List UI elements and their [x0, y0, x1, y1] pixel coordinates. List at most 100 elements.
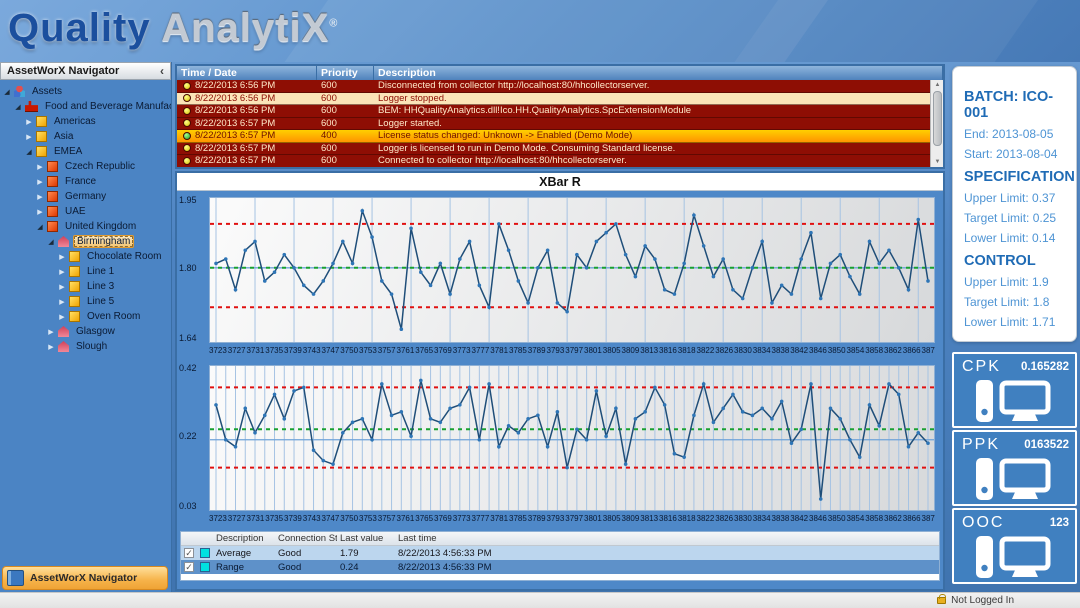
expander-closed-icon[interactable]: ▶	[46, 343, 56, 351]
status-bar: Not Logged In	[0, 592, 1080, 608]
tree-item-birmingham[interactable]: ◢Birmingham	[0, 234, 171, 249]
x-tick-label: 3854	[847, 346, 865, 358]
expander-open-icon[interactable]: ◢	[24, 148, 34, 156]
scroll-down-icon[interactable]: ▼	[931, 157, 944, 167]
alarm-time: 8/22/2013 6:57 PM	[195, 168, 275, 169]
legend-col-description: Description	[213, 533, 275, 544]
tree-item-line-3[interactable]: ▶Line 3	[0, 279, 171, 294]
expander-closed-icon[interactable]: ▶	[57, 283, 67, 291]
alarm-row[interactable]: 8/22/2013 6:57 PM400License status chang…	[177, 130, 930, 143]
expander-closed-icon[interactable]: ▶	[24, 118, 34, 126]
expander-closed-icon[interactable]: ▶	[24, 133, 34, 141]
xbar-ytick-min: 1.64	[179, 333, 207, 343]
expander-closed-icon[interactable]: ▶	[57, 253, 67, 261]
login-status-text[interactable]: Not Logged In	[951, 595, 1014, 606]
tree-item-food-and-beverage-manufacturing[interactable]: ◢Food and Beverage Manufacturing	[0, 99, 171, 114]
x-tick-label: 3723	[209, 346, 227, 358]
computer-icon	[974, 456, 1052, 504]
expander-closed-icon[interactable]: ▶	[35, 193, 45, 201]
alarm-description: Logger started.	[374, 118, 930, 129]
tree-item-france[interactable]: ▶France	[0, 174, 171, 189]
x-tick-label: 3727	[228, 514, 246, 526]
kpi-tile-ooc: OOC123	[952, 508, 1077, 584]
x-tick-label: 3826	[715, 346, 733, 358]
kpi-value: 0163522	[1024, 439, 1069, 451]
alarm-scrollbar[interactable]: ▲ ▼	[930, 80, 943, 167]
alarm-row[interactable]: 8/22/2013 6:57 PM600Logger started.	[177, 118, 930, 131]
column-header-description[interactable]: Description	[374, 66, 943, 80]
xbar-ytick-mid: 1.80	[179, 263, 207, 273]
tree-item-chocolate-room[interactable]: ▶Chocolate Room	[0, 249, 171, 264]
site-icon	[58, 341, 69, 352]
tree-item-united-kingdom[interactable]: ◢ United Kingdom	[0, 219, 171, 234]
navigator-bottom-button[interactable]: AssetWorX Navigator	[2, 566, 168, 590]
expander-open-icon[interactable]: ◢	[46, 238, 56, 246]
alarm-description: Disconnected from collector http://local…	[374, 80, 930, 91]
tree-item-label: United Kingdom	[62, 221, 139, 232]
tree-item-americas[interactable]: ▶Americas	[0, 114, 171, 129]
tree-item-germany[interactable]: ▶Germany	[0, 189, 171, 204]
column-header-priority[interactable]: Priority	[317, 66, 374, 80]
tree-item-oven-room[interactable]: ▶ Oven Room	[0, 309, 171, 324]
range-xaxis-labels: 3723372737313735373937433747375037533757…	[209, 514, 935, 526]
alarm-row[interactable]: 8/22/2013 6:57 PM600Logger is licensed t…	[177, 143, 930, 156]
kpi-label: PPK	[962, 436, 1000, 454]
alarm-row[interactable]: 8/22/2013 6:56 PM600Disconnected from co…	[177, 80, 930, 93]
alarm-row[interactable]: 8/22/2013 6:57 PM600	[177, 168, 930, 170]
tree-item-asia[interactable]: ▶Asia	[0, 129, 171, 144]
alarm-time: 8/22/2013 6:57 PM	[195, 118, 275, 129]
site-icon	[58, 236, 69, 247]
x-tick-label: 3797	[565, 346, 583, 358]
tree-item-assets[interactable]: ◢Assets	[0, 84, 171, 99]
x-tick-label: 3862	[884, 346, 902, 358]
tree-item-label: Oven Room	[84, 311, 143, 322]
control-lower-limit: Lower Limit: 1.71	[964, 315, 1076, 329]
logo-analytix: AnalytiX	[161, 6, 329, 50]
batch-start: Start: 2013-08-04	[964, 147, 1076, 161]
alarm-row[interactable]: 8/22/2013 6:57 PM600Connected to collect…	[177, 155, 930, 168]
computer-icon-wrap	[974, 534, 1052, 587]
scroll-up-icon[interactable]: ▲	[931, 80, 944, 90]
x-tick-label: 3781	[490, 346, 508, 358]
alarm-row[interactable]: 8/22/2013 6:56 PM600BEM: HHQualityAnalyt…	[177, 105, 930, 118]
expander-closed-icon[interactable]: ▶	[35, 208, 45, 216]
expander-closed-icon[interactable]: ▶	[35, 163, 45, 171]
kpi-tile-ppk: PPK 0163522	[952, 430, 1077, 506]
scrollbar-thumb[interactable]	[933, 91, 942, 146]
x-tick-label: 387	[922, 514, 935, 526]
x-tick-label: 3789	[528, 346, 546, 358]
series-description: Average	[213, 548, 275, 559]
kpi-value: 0.165282	[1021, 361, 1069, 373]
alarm-priority: 600	[317, 143, 374, 154]
expander-closed-icon[interactable]: ▶	[57, 268, 67, 276]
legend-row-average[interactable]: ✓AverageGood1.798/22/2013 4:56:33 PM	[181, 546, 939, 560]
tree-item-line-1[interactable]: ▶Line 1	[0, 264, 171, 279]
expander-open-icon[interactable]: ◢	[2, 88, 12, 96]
x-tick-label: 3854	[847, 514, 865, 526]
expander-closed-icon[interactable]: ▶	[57, 298, 67, 306]
tree-item-slough[interactable]: ▶Slough	[0, 339, 171, 354]
x-tick-label: 3735	[265, 514, 283, 526]
tree-item-uae[interactable]: ▶UAE	[0, 204, 171, 219]
collapse-panel-icon[interactable]: ‹	[160, 64, 164, 78]
kpi-tiles: CPK0.165282PPK0163522OOC123	[952, 352, 1080, 584]
expander-closed-icon[interactable]: ▶	[35, 178, 45, 186]
navigator-header[interactable]: AssetWorX Navigator ‹	[0, 62, 171, 80]
tree-item-emea[interactable]: ◢ EMEA	[0, 144, 171, 159]
tree-item-label: EMEA	[51, 146, 85, 157]
column-header-time[interactable]: Time / Date	[177, 66, 317, 80]
series-visible-checkbox[interactable]: ✓	[184, 548, 194, 558]
legend-row-range[interactable]: ✓RangeGood0.248/22/2013 4:56:33 PM	[181, 560, 939, 574]
alarm-row[interactable]: 8/22/2013 6:56 PM600Logger stopped.	[177, 93, 930, 106]
tree-item-glasgow[interactable]: ▶Glasgow	[0, 324, 171, 339]
expander-open-icon[interactable]: ◢	[13, 103, 23, 111]
cube-orange-icon	[47, 221, 58, 232]
expander-closed-icon[interactable]: ▶	[46, 328, 56, 336]
x-tick-label: 3822	[697, 346, 715, 358]
series-visible-checkbox[interactable]: ✓	[184, 562, 194, 572]
expander-closed-icon[interactable]: ▶	[57, 313, 67, 321]
legend-col-lasttime: Last time	[395, 533, 939, 544]
tree-item-czech-republic[interactable]: ▶Czech Republic	[0, 159, 171, 174]
tree-item-line-5[interactable]: ▶Line 5	[0, 294, 171, 309]
expander-open-icon[interactable]: ◢	[35, 223, 45, 231]
